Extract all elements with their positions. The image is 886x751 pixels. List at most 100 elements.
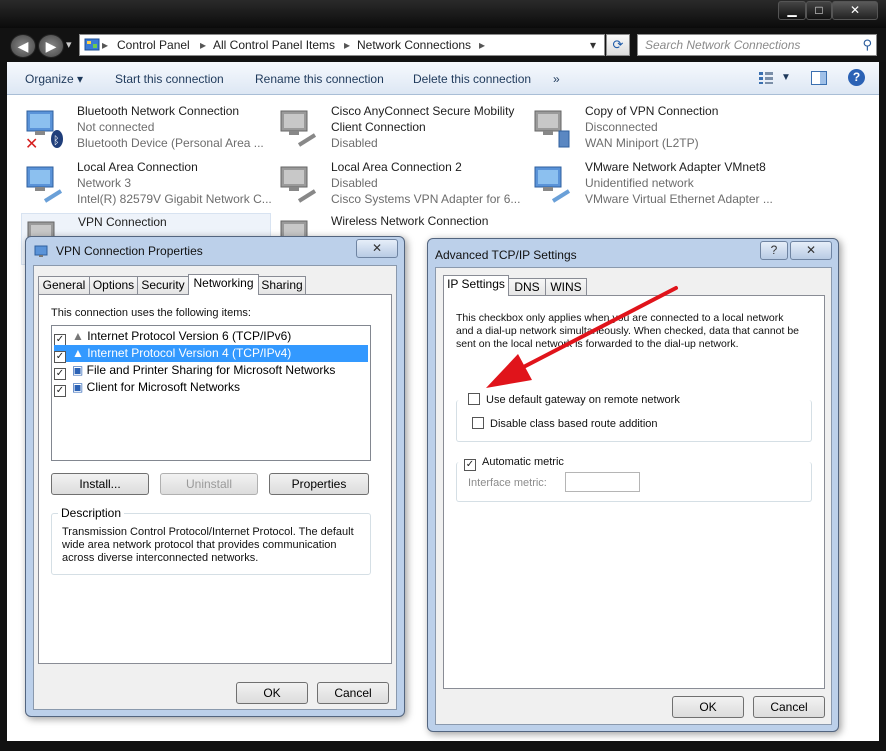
connection-cisco-anyconnect[interactable]: Cisco AnyConnect Secure Mobility Client … (275, 103, 525, 155)
rename-connection-button[interactable]: Rename this connection (255, 72, 384, 86)
connection-name: Bluetooth Network Connection (77, 104, 240, 118)
list-item-client[interactable]: ✓ ▣ Client for Microsoft Networks (54, 379, 368, 397)
tab-general[interactable]: General (38, 276, 90, 294)
client-checkbox[interactable]: ✓ (54, 385, 66, 397)
minimize-button[interactable]: ▁ (778, 1, 806, 20)
help-button[interactable]: ? (848, 69, 865, 86)
search-box[interactable]: Search Network Connections ⚲ (637, 34, 877, 56)
breadcrumb-network-connections[interactable]: Network Connections (357, 38, 471, 52)
network-adapter-icon (26, 166, 63, 203)
command-bar: Organize ▾ Start this connection Rename … (7, 62, 879, 95)
svg-text:✕: ✕ (25, 134, 38, 151)
svg-text:ᛒ: ᛒ (53, 134, 60, 147)
maximize-button[interactable]: □ (806, 1, 832, 20)
recent-pages-dropdown[interactable]: ▾ (66, 38, 72, 51)
dialog-help-button[interactable]: ? (760, 241, 788, 260)
view-options-icon[interactable] (759, 72, 773, 84)
connection-status: Unidentified network (585, 176, 694, 190)
networking-tab-page: This connection uses the following items… (38, 294, 392, 664)
description-group: Description Transmission Control Protoco… (51, 506, 371, 575)
cancel-button[interactable]: Cancel (753, 696, 825, 718)
auto-metric-option[interactable]: ✓ Automatic metric (464, 456, 567, 471)
connection-name: VMware Network Adapter VMnet8 (585, 160, 766, 174)
items-listbox[interactable]: ✓ ▲ Internet Protocol Version 6 (TCP/IPv6… (51, 325, 371, 461)
annotation-arrow (486, 286, 678, 388)
forward-button[interactable]: ▶ (38, 34, 64, 58)
connection-status: Not connected (77, 120, 155, 134)
interface-metric-input[interactable] (565, 472, 640, 492)
description-label: Description (58, 506, 125, 520)
connection-status: Disabled (331, 176, 378, 190)
refresh-button[interactable]: ⟳ (606, 34, 630, 56)
connection-name: VPN Connection (78, 215, 167, 229)
view-dropdown-icon[interactable]: ▼ (781, 72, 791, 83)
ok-button[interactable]: OK (236, 682, 308, 704)
connection-name: Wireless Network Connection (331, 214, 489, 228)
search-input[interactable]: Search Network Connections (645, 38, 800, 52)
dialog-title: Advanced TCP/IP Settings (435, 248, 577, 262)
preview-pane-icon[interactable] (811, 71, 827, 85)
connection-name: Cisco AnyConnect Secure Mobility (331, 104, 515, 118)
description-text: Transmission Control Protocol/Internet P… (62, 526, 354, 564)
properties-button[interactable]: Properties (269, 473, 369, 495)
list-item-file-sharing[interactable]: ✓ ▣ File and Printer Sharing for Microsof… (54, 362, 368, 380)
connection-device: Intel(R) 82579V Gigabit Network C... (77, 192, 272, 206)
dialog-close-button[interactable]: ✕ (790, 241, 832, 260)
address-dropdown-icon[interactable]: ▾ (590, 38, 596, 52)
tab-options[interactable]: Options (89, 276, 138, 294)
install-button[interactable]: Install... (51, 473, 149, 495)
connection-status: Disconnected (585, 120, 658, 134)
connection-local-area-2[interactable]: Local Area Connection 2 Disabled Cisco S… (275, 159, 525, 211)
tab-sharing[interactable]: Sharing (258, 276, 306, 294)
tab-networking[interactable]: Networking (188, 274, 259, 295)
control-panel-icon (84, 38, 100, 51)
network-adapter-icon (280, 110, 317, 147)
breadcrumb-control-panel[interactable]: Control Panel (117, 38, 190, 52)
back-button[interactable]: ◀ (10, 34, 36, 58)
auto-metric-checkbox[interactable]: ✓ (464, 459, 476, 471)
delete-connection-button[interactable]: Delete this connection (413, 72, 531, 86)
connection-device: VMware Virtual Ethernet Adapter ... (585, 192, 773, 206)
vpn-properties-dialog: VPN Connection Properties ✕ General Opti… (25, 236, 405, 717)
connection-name: Local Area Connection (77, 160, 198, 174)
network-adapter-icon (534, 110, 570, 148)
ok-button[interactable]: OK (672, 696, 744, 718)
connection-status: Network 3 (77, 176, 132, 190)
connection-name: Local Area Connection 2 (331, 160, 462, 174)
connection-device: Cisco Systems VPN Adapter for 6... (331, 192, 521, 206)
network-adapter-icon (280, 166, 317, 203)
dialog-body: General Options Security Networking Shar… (33, 265, 397, 710)
class-route-option[interactable]: Disable class based route addition (472, 417, 658, 431)
connection-device: Bluetooth Device (Personal Area ... (77, 136, 264, 150)
more-commands-button[interactable]: » (553, 72, 560, 86)
connection-device: WAN Miniport (L2TP) (585, 136, 699, 150)
tab-security[interactable]: Security (137, 276, 189, 294)
connection-bluetooth[interactable]: ✕ ᛒ Bluetooth Network Connection Not con… (21, 103, 271, 155)
connection-local-area[interactable]: Local Area Connection Network 3 Intel(R)… (21, 159, 272, 211)
connection-copy-vpn[interactable]: Copy of VPN Connection Disconnected WAN … (529, 103, 779, 155)
items-label: This connection uses the following items… (51, 307, 251, 319)
network-adapter-icon: ✕ ᛒ (25, 110, 63, 151)
connection-status: Disabled (331, 136, 378, 150)
connection-name: Copy of VPN Connection (585, 104, 719, 118)
list-item-ipv6[interactable]: ✓ ▲ Internet Protocol Version 6 (TCP/IPv6… (54, 328, 368, 346)
uninstall-button[interactable]: Uninstall (160, 473, 258, 495)
tab-ip-settings[interactable]: IP Settings (443, 275, 509, 296)
close-button[interactable]: ✕ (832, 1, 878, 20)
dialog-title: VPN Connection Properties (56, 244, 203, 258)
search-icon[interactable]: ⚲ (862, 37, 872, 53)
list-item-ipv4[interactable]: ✓ ▲ Internet Protocol Version 4 (TCP/IPv4… (54, 345, 368, 363)
network-adapter-icon (534, 166, 571, 203)
dialog-network-icon (34, 245, 48, 257)
connection-name-cont: Client Connection (331, 120, 426, 134)
organize-menu[interactable]: Organize ▾ (25, 72, 83, 86)
window-titlebar (0, 0, 886, 28)
start-connection-button[interactable]: Start this connection (115, 72, 224, 86)
dialog-close-button[interactable]: ✕ (356, 239, 398, 258)
breadcrumb-all-items[interactable]: All Control Panel Items (213, 38, 335, 52)
class-route-checkbox[interactable] (472, 417, 484, 429)
cancel-button[interactable]: Cancel (317, 682, 389, 704)
connection-vmware-vmnet8[interactable]: VMware Network Adapter VMnet8 Unidentifi… (529, 159, 779, 211)
address-bar[interactable]: ▸ Control Panel ▸ All Control Panel Item… (79, 34, 605, 56)
interface-metric-label: Interface metric: (468, 477, 547, 489)
